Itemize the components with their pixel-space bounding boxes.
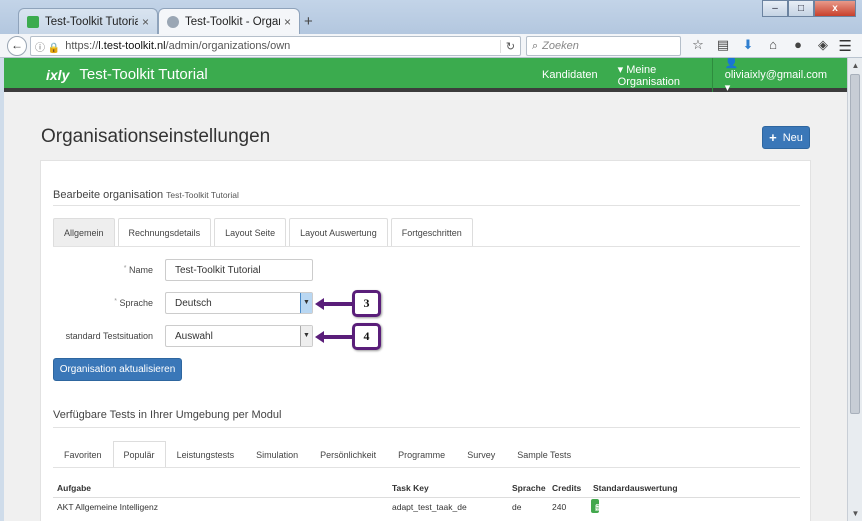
chat-icon[interactable]: ● <box>790 37 806 53</box>
download-icon[interactable]: ⬇ <box>740 37 756 53</box>
tab-sample-tests[interactable]: Sample Tests <box>506 441 582 467</box>
hamburger-menu-icon[interactable]: ☰ <box>839 37 852 55</box>
scroll-up-icon[interactable]: ▲ <box>848 61 862 70</box>
page-title: Organisationseinstellungen <box>41 126 271 147</box>
callout-badge: 3 <box>352 290 381 317</box>
nav-my-organisation[interactable]: ▾ Meine Organisation <box>618 63 692 88</box>
maximize-button[interactable]: □ <box>788 0 814 17</box>
browser-navbar: ← ⓘ 🔒 https://l.test-toolkit.nl/admin/or… <box>0 34 862 58</box>
new-button[interactable]: + Neu <box>762 126 810 149</box>
browser-tab-tutorial[interactable]: Test-Toolkit Tutorial > Ixly × <box>18 8 158 34</box>
tab-simulation[interactable]: Simulation <box>245 441 309 467</box>
minimize-button[interactable]: – <box>762 0 788 17</box>
bookmark-star-icon[interactable]: ☆ <box>690 37 706 53</box>
nav-candidates[interactable]: Kandidaten <box>542 69 598 81</box>
app-nav-links: Kandidaten ▾ Meine Organisation 👤 olivia… <box>542 58 847 94</box>
search-icon: ⌕ <box>532 39 539 52</box>
col-sprache: Sprache <box>512 483 546 493</box>
search-placeholder: Zoeken <box>542 40 579 52</box>
language-select[interactable]: Deutsch ▼ <box>165 292 313 314</box>
window-close-button[interactable]: x <box>814 0 856 17</box>
cell-task-key: adapt_test_taak_de <box>392 502 467 512</box>
situation-label: standard Testsituation <box>65 331 153 341</box>
plus-icon: + <box>769 130 777 145</box>
cell-language: de <box>512 502 522 512</box>
window-controls: – □ x <box>762 0 856 17</box>
tests-section-title: Verfügbare Tests in Ihrer Umgebung per M… <box>53 409 282 421</box>
tab-allgemein[interactable]: Allgemein <box>53 218 115 246</box>
reload-icon[interactable]: ↻ <box>500 39 520 53</box>
browser-tab-organisation[interactable]: Test-Toolkit - Organisation... × <box>158 8 300 34</box>
cell-task: AKT Allgemeine Intelligenz <box>57 502 158 512</box>
col-aufgabe: Aufgabe <box>57 483 91 493</box>
dropdown-arrow-icon[interactable]: ▼ <box>300 326 312 346</box>
module-tabs: Favoriten Populär Leistungstests Simulat… <box>53 441 582 467</box>
callout-arrow-icon <box>315 297 324 310</box>
tab-title: Test-Toolkit Tutorial > Ixly <box>45 15 138 28</box>
app-title: Test-Toolkit Tutorial <box>79 66 208 83</box>
dropdown-arrow-icon[interactable]: ▼ <box>300 293 312 313</box>
back-arrow-icon[interactable]: ← <box>7 36 27 56</box>
cell-credits: 240 <box>552 502 567 512</box>
browser-titlebar: Test-Toolkit Tutorial > Ixly × Test-Tool… <box>0 0 862 34</box>
tab-layout-seite[interactable]: Layout Seite <box>214 218 287 246</box>
settings-tabs: Allgemein Rechnungsdetails Layout Seite … <box>53 218 476 246</box>
tab-survey[interactable]: Survey <box>456 441 506 467</box>
callout-arrow-icon <box>315 330 324 343</box>
ixly-logo: ixly <box>46 66 70 83</box>
tab-leistungstests[interactable]: Leistungstests <box>166 441 246 467</box>
table-header: Aufgabe Task Key Sprache Credits Standar… <box>53 481 800 497</box>
pocket-icon[interactable]: ◈ <box>815 37 831 53</box>
close-tab-icon[interactable]: × <box>284 15 291 29</box>
edit-panel: Bearbeite organisation Test-Toolkit Tuto… <box>40 160 811 521</box>
brand[interactable]: ixly Test-Toolkit Tutorial <box>46 66 208 83</box>
panel-heading: Bearbeite organisation Test-Toolkit Tuto… <box>53 189 239 201</box>
page-favicon-icon <box>167 15 179 28</box>
callout-3: 3 <box>315 290 381 317</box>
tab-layout-auswertung[interactable]: Layout Auswertung <box>289 218 388 246</box>
close-tab-icon[interactable]: × <box>142 15 149 29</box>
tabs-divider <box>53 246 800 247</box>
callout-badge: 4 <box>352 323 381 350</box>
update-organisation-button[interactable]: Organisation aktualisieren <box>53 358 182 381</box>
tabs-divider <box>53 467 800 468</box>
ixly-favicon-icon <box>27 15 39 28</box>
tab-populaer[interactable]: Populär <box>112 441 166 467</box>
nav-divider <box>712 58 713 92</box>
divider <box>53 205 800 206</box>
col-standardauswertung: Standardauswertung <box>593 483 678 493</box>
scrollbar-thumb[interactable] <box>850 74 860 414</box>
tab-programme[interactable]: Programme <box>387 441 456 467</box>
reading-list-icon[interactable]: ▤ <box>715 37 731 53</box>
toolbar-icons: ☆ ▤ ⬇ ⌂ ● ◈ <box>690 37 831 53</box>
set-default-report-button[interactable]: ▤ Standardauswertung einstellen <box>591 499 705 513</box>
nav-user-menu[interactable]: 👤 oliviaixly@gmail.com ▾ <box>725 58 827 94</box>
name-label: * Name <box>123 265 153 275</box>
url-bar[interactable]: ⓘ 🔒 https://l.test-toolkit.nl/admin/orga… <box>30 36 521 56</box>
user-icon: 👤 <box>724 58 739 69</box>
tab-rechnungsdetails[interactable]: Rechnungsdetails <box>117 218 212 246</box>
home-icon[interactable]: ⌂ <box>765 37 781 53</box>
page-viewport: ixly Test-Toolkit Tutorial Kandidaten ▾ … <box>4 58 847 521</box>
tab-favoriten[interactable]: Favoriten <box>53 441 113 467</box>
scroll-down-icon[interactable]: ▼ <box>848 509 862 518</box>
col-task-key: Task Key <box>392 483 429 493</box>
language-label: * Sprache <box>114 298 153 308</box>
tab-persoenlichkeit[interactable]: Persönlichkeit <box>309 441 387 467</box>
tab-title: Test-Toolkit - Organisation... <box>185 15 280 28</box>
callout-4: 4 <box>315 323 381 350</box>
search-input[interactable]: ⌕ Zoeken <box>526 36 681 56</box>
col-credits: Credits <box>552 483 582 493</box>
app-navbar: ixly Test-Toolkit Tutorial Kandidaten ▾ … <box>4 58 847 94</box>
new-tab-button[interactable]: + <box>304 13 313 30</box>
info-icon[interactable]: ⓘ 🔒 <box>35 39 60 54</box>
table-row: AKT Allgemeine Intelligenz adapt_test_ta… <box>53 497 800 515</box>
divider <box>53 427 800 428</box>
situation-select[interactable]: Auswahl ▼ <box>165 325 313 347</box>
name-field[interactable]: Test-Toolkit Tutorial <box>165 259 313 281</box>
url-text: https://l.test-toolkit.nl/admin/organiza… <box>65 40 291 52</box>
page-scrollbar[interactable]: ▲ ▼ <box>847 58 862 521</box>
tab-fortgeschritten[interactable]: Fortgeschritten <box>390 218 473 246</box>
